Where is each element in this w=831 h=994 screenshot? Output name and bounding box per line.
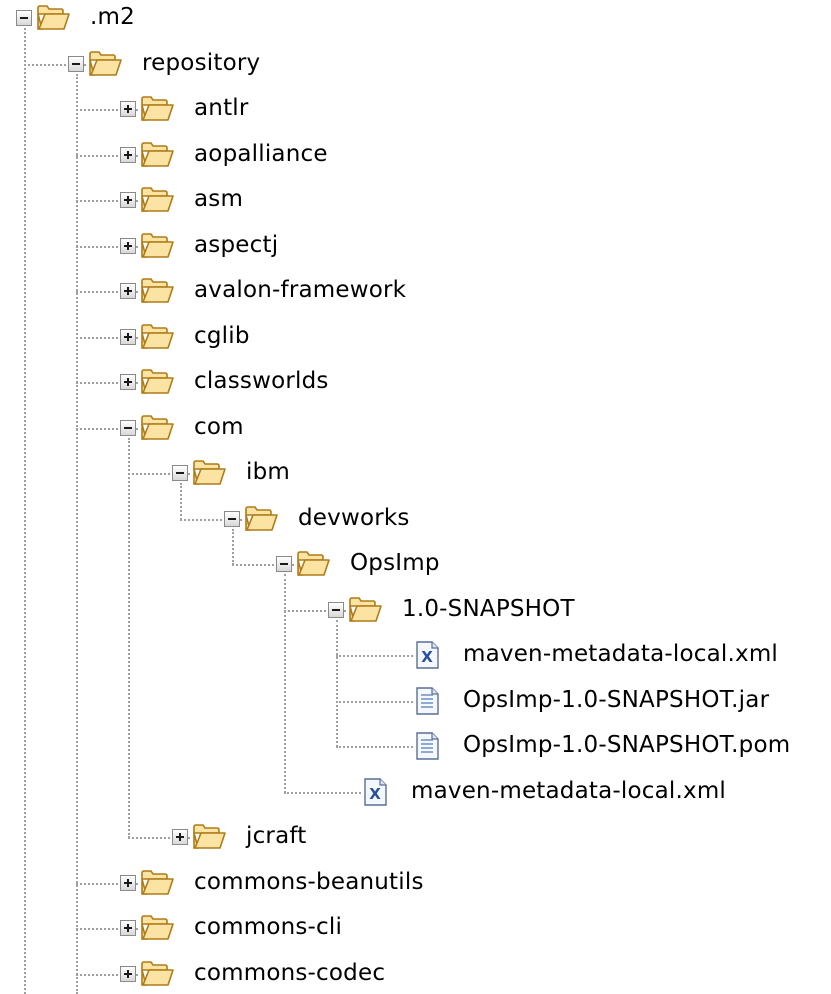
tree-item-label: classworlds <box>194 368 329 394</box>
expand-toggle-icon[interactable] <box>120 192 136 208</box>
text-file-icon <box>415 686 441 722</box>
tree-item-label: commons-beanutils <box>194 868 424 895</box>
collapse-toggle-icon[interactable] <box>172 465 188 481</box>
tree-connector <box>336 700 413 703</box>
tree-item-label: jcraft <box>246 823 307 849</box>
open-folder-icon <box>140 367 174 403</box>
tree-connector <box>336 746 413 748</box>
expand-toggle-icon[interactable] <box>120 874 136 891</box>
tree-file-opsimp-1-0-snapshot-jar[interactable]: OpsImp-1.0-SNAPSHOT.jar <box>0 684 831 720</box>
tree-item-label: .m2 <box>90 4 135 30</box>
collapse-toggle-icon[interactable] <box>120 419 136 436</box>
tree-folder-commons-codec[interactable]: commons-codec <box>0 957 831 993</box>
open-folder-icon <box>140 913 174 949</box>
open-folder-icon <box>140 959 174 994</box>
open-folder-icon <box>192 822 226 858</box>
collapse-toggle-icon[interactable] <box>224 510 240 527</box>
open-folder-icon <box>140 413 174 449</box>
collapse-toggle-icon[interactable] <box>68 55 84 72</box>
open-folder-icon <box>140 231 174 267</box>
tree-item-label: aopalliance <box>194 140 328 167</box>
tree-folder-ibm[interactable]: ibm <box>0 456 831 492</box>
open-folder-icon <box>140 322 174 358</box>
collapse-toggle-icon[interactable] <box>328 601 344 618</box>
tree-folder-com[interactable]: com <box>0 411 831 447</box>
open-folder-icon <box>140 140 174 176</box>
tree-connector <box>284 791 361 794</box>
tree-folder-antlr[interactable]: antlr <box>0 92 831 128</box>
tree-item-label: 1.0-SNAPSHOT <box>402 595 575 622</box>
tree-folder-avalon-framework[interactable]: avalon-framework <box>0 274 831 310</box>
open-folder-icon <box>192 458 226 494</box>
expand-toggle-icon[interactable] <box>120 101 136 117</box>
tree-folder-1-0-snapshot[interactable]: 1.0-SNAPSHOT <box>0 593 831 629</box>
tree-folder-classworlds[interactable]: classworlds <box>0 365 831 401</box>
tree-folder-commons-cli[interactable]: commons-cli <box>0 911 831 947</box>
open-folder-icon <box>244 504 278 540</box>
open-folder-icon <box>348 595 382 631</box>
expand-toggle-icon[interactable] <box>120 965 136 982</box>
tree-folder-m2[interactable]: .m2 <box>0 1 831 37</box>
text-file-icon <box>415 731 441 767</box>
tree-item-label: OpsImp-1.0-SNAPSHOT.jar <box>463 686 770 713</box>
tree-item-label: cglib <box>194 322 250 349</box>
open-folder-icon <box>36 3 70 39</box>
tree-item-label: devworks <box>298 504 410 531</box>
tree-file-maven-metadata-local-xml[interactable]: Xmaven-metadata-local.xml <box>0 775 831 811</box>
tree-folder-commons-beanutils[interactable]: commons-beanutils <box>0 866 831 902</box>
collapse-toggle-icon[interactable] <box>16 10 32 26</box>
expand-toggle-icon[interactable] <box>172 829 188 845</box>
tree-item-label: com <box>194 413 244 440</box>
tree-folder-cglib[interactable]: cglib <box>0 320 831 356</box>
tree-item-label: commons-cli <box>194 914 343 940</box>
tree-item-label: commons-codec <box>194 959 386 986</box>
tree-folder-opsimp[interactable]: OpsImp <box>0 547 831 583</box>
expand-toggle-icon[interactable] <box>120 328 136 345</box>
svg-text:X: X <box>421 648 433 666</box>
tree-item-label: maven-metadata-local.xml <box>463 641 779 667</box>
expand-toggle-icon[interactable] <box>120 146 136 163</box>
open-folder-icon <box>140 276 174 312</box>
tree-folder-repository[interactable]: repository <box>0 47 831 83</box>
tree-item-label: avalon-framework <box>194 277 407 303</box>
open-folder-icon <box>140 868 174 904</box>
xml-file-icon: X <box>363 777 389 813</box>
tree-item-label: ibm <box>246 459 290 485</box>
svg-text:X: X <box>369 785 381 803</box>
xml-file-icon: X <box>415 640 441 676</box>
tree-item-label: OpsImp <box>350 550 440 576</box>
tree-item-label: repository <box>142 49 261 76</box>
tree-connector <box>336 655 413 657</box>
tree-item-label: OpsImp-1.0-SNAPSHOT.pom <box>463 732 791 758</box>
tree-item-label: maven-metadata-local.xml <box>411 777 727 804</box>
expand-toggle-icon[interactable] <box>120 237 136 254</box>
tree-folder-asm[interactable]: asm <box>0 183 831 219</box>
expand-toggle-icon[interactable] <box>120 283 136 299</box>
open-folder-icon <box>140 185 174 221</box>
open-folder-icon <box>88 49 122 85</box>
expand-toggle-icon[interactable] <box>120 920 136 936</box>
tree-folder-jcraft[interactable]: jcraft <box>0 820 831 856</box>
file-tree: .m2 repository antlr aopalliance asm aspectj a… <box>0 0 831 994</box>
tree-item-label: asm <box>194 186 244 212</box>
tree-item-label: antlr <box>194 95 249 121</box>
collapse-toggle-icon[interactable] <box>276 556 292 572</box>
open-folder-icon <box>296 549 330 585</box>
tree-folder-devworks[interactable]: devworks <box>0 502 831 538</box>
open-folder-icon <box>140 94 174 130</box>
tree-file-opsimp-1-0-snapshot-pom[interactable]: OpsImp-1.0-SNAPSHOT.pom <box>0 729 831 765</box>
tree-folder-aopalliance[interactable]: aopalliance <box>0 138 831 174</box>
tree-folder-aspectj[interactable]: aspectj <box>0 229 831 265</box>
expand-toggle-icon[interactable] <box>120 374 136 390</box>
tree-item-label: aspectj <box>194 231 279 258</box>
tree-file-maven-metadata-local-xml[interactable]: Xmaven-metadata-local.xml <box>0 638 831 674</box>
